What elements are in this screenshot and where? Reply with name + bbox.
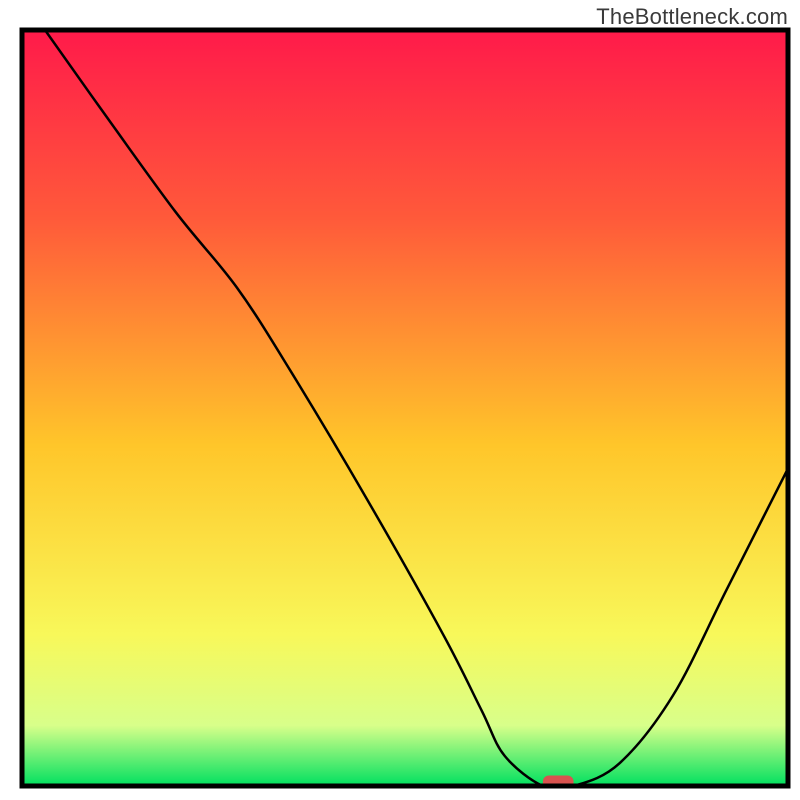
gradient-background bbox=[22, 30, 788, 786]
bottleneck-chart: TheBottleneck.com bbox=[0, 0, 800, 800]
watermark-text: TheBottleneck.com bbox=[596, 4, 788, 30]
chart-canvas bbox=[0, 0, 800, 800]
